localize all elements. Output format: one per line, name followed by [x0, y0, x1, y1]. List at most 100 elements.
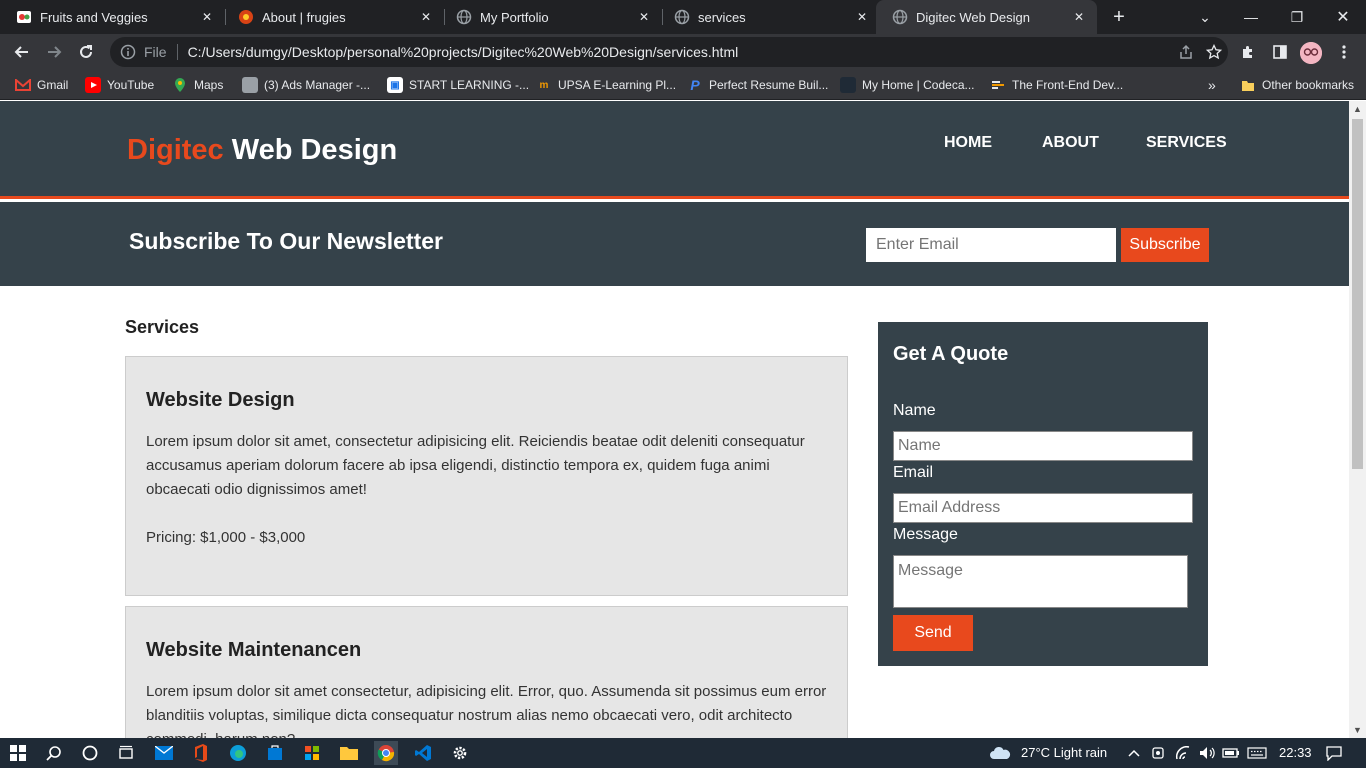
site-logo[interactable]: Digitec Web Design [127, 134, 397, 167]
subscribe-button[interactable]: Subscribe [1121, 228, 1209, 262]
bookmark-label: The Front-End Dev... [1012, 78, 1124, 92]
ms-store-grid-icon[interactable] [300, 741, 324, 765]
bookmark-youtube[interactable]: YouTube [85, 75, 154, 95]
tab-title: About | frugies [262, 9, 346, 25]
services-heading: Services [125, 317, 200, 337]
vscode-icon[interactable] [411, 741, 435, 765]
reload-button[interactable] [72, 38, 100, 66]
bookmark-label: (3) Ads Manager -... [264, 78, 371, 92]
globe-icon [456, 9, 472, 25]
name-input[interactable] [893, 431, 1193, 461]
service-description: Lorem ipsum dolor sit amet, consectetur … [146, 433, 805, 498]
keyboard-icon[interactable] [1245, 741, 1269, 765]
service-card: Website Maintenancen Lorem ipsum dolor s… [125, 606, 848, 738]
chrome-browser-icon[interactable] [374, 741, 398, 765]
close-icon[interactable]: ✕ [418, 9, 434, 25]
scroll-up-arrow-icon[interactable]: ▲ [1349, 101, 1366, 117]
url-text[interactable]: C:/Users/dumgy/Desktop/personal%20projec… [188, 44, 1172, 60]
message-label: Message [893, 526, 958, 543]
search-icon[interactable] [42, 741, 66, 765]
office-app-icon[interactable] [189, 741, 213, 765]
battery-icon[interactable] [1219, 741, 1243, 765]
newsletter-email-input[interactable] [866, 228, 1116, 262]
extensions-puzzle-icon[interactable] [1234, 38, 1262, 66]
tab-search-chevron-icon[interactable]: ⌄ [1182, 0, 1228, 34]
close-icon[interactable]: ✕ [199, 9, 215, 25]
store-app-icon[interactable] [263, 741, 287, 765]
tab-digitec-web-design[interactable]: Digitec Web Design ✕ [876, 0, 1097, 34]
quote-form: Get A Quote Name Email Message Send [878, 322, 1208, 666]
cortana-icon[interactable] [78, 741, 102, 765]
bookmarks-bar: Gmail YouTube Maps (3) Ads Manager -... … [0, 70, 1366, 100]
bookmark-label: START LEARNING -... [409, 78, 530, 92]
bookmark-codecademy[interactable]: My Home | Codeca... [840, 75, 975, 95]
settings-gear-icon[interactable] [448, 741, 472, 765]
tab-my-portfolio[interactable]: My Portfolio ✕ [440, 0, 662, 34]
other-bookmarks-folder[interactable]: Other bookmarks [1240, 75, 1354, 95]
bookmark-star-icon[interactable] [1200, 38, 1228, 66]
nav-services-link[interactable]: SERVICES [1146, 134, 1227, 152]
windows-taskbar: 27°C Light rain 22:33 [0, 738, 1366, 768]
bookmark-label: Other bookmarks [1262, 78, 1355, 92]
bookmark-frontend-dev[interactable]: The Front-End Dev... [990, 75, 1123, 95]
nav-home-link[interactable]: HOME [944, 134, 992, 152]
send-button[interactable]: Send [893, 615, 973, 651]
tab-about-frugies[interactable]: About | frugies ✕ [222, 0, 444, 34]
mail-app-icon[interactable] [152, 741, 176, 765]
meet-now-icon[interactable] [1146, 741, 1170, 765]
service-title: Website Maintenancen [146, 639, 362, 661]
tab-services[interactable]: services ✕ [658, 0, 880, 34]
bookmark-maps[interactable]: Maps [172, 75, 223, 95]
logo-text: Web Design [223, 134, 398, 166]
address-bar[interactable]: File C:/Users/dumgy/Desktop/personal%20p… [110, 37, 1228, 67]
side-panel-icon[interactable] [1266, 38, 1294, 66]
windows-start-icon[interactable] [6, 741, 30, 765]
wifi-icon[interactable] [1171, 741, 1195, 765]
tray-chevron-up-icon[interactable] [1122, 741, 1146, 765]
bookmark-label: UPSA E-Learning Pl... [558, 78, 677, 92]
weather-text[interactable]: 27°C Light rain [1021, 745, 1107, 760]
browser-toolbar: File C:/Users/dumgy/Desktop/personal%20p… [0, 34, 1366, 70]
tab-title: services [698, 9, 746, 25]
bookmark-ads-manager[interactable]: (3) Ads Manager -... [242, 75, 370, 95]
scroll-thumb[interactable] [1352, 119, 1363, 469]
quote-title: Get A Quote [893, 343, 1009, 365]
close-icon[interactable]: ✕ [1071, 9, 1087, 25]
nav-about-link[interactable]: ABOUT [1042, 134, 1099, 152]
volume-icon[interactable] [1195, 741, 1219, 765]
back-button[interactable] [8, 38, 36, 66]
info-icon[interactable] [120, 44, 136, 60]
close-icon[interactable]: ✕ [636, 9, 652, 25]
bookmarks-overflow-button[interactable]: » [1208, 75, 1216, 95]
close-window-button[interactable]: ✕ [1320, 0, 1366, 34]
frugies-favicon-icon [238, 9, 254, 25]
bookmark-start-learning[interactable]: ▣ START LEARNING -... [387, 75, 529, 95]
minimize-button[interactable]: — [1228, 0, 1274, 34]
gmail-icon [15, 77, 31, 93]
message-textarea[interactable] [893, 555, 1188, 608]
page-scrollbar[interactable]: ▲ ▼ [1349, 101, 1366, 738]
notification-center-icon[interactable] [1322, 741, 1346, 765]
file-explorer-icon[interactable] [337, 741, 361, 765]
weather-cloud-icon [988, 741, 1012, 765]
profile-avatar[interactable] [1300, 42, 1322, 64]
kebab-menu-icon[interactable] [1330, 38, 1358, 66]
edge-browser-icon[interactable] [226, 741, 250, 765]
tab-fruits-and-veggies[interactable]: Fruits and Veggies ✕ [0, 0, 225, 34]
browser-tab-strip: Fruits and Veggies ✕ About | frugies ✕ M… [0, 0, 1366, 34]
bookmark-upsa[interactable]: m UPSA E-Learning Pl... [536, 75, 677, 95]
forward-button[interactable] [40, 38, 68, 66]
new-tab-button[interactable]: + [1107, 5, 1131, 29]
share-icon[interactable] [1172, 38, 1200, 66]
email-input[interactable] [893, 493, 1193, 523]
close-icon[interactable]: ✕ [854, 9, 870, 25]
globe-icon [674, 9, 690, 25]
bookmark-gmail[interactable]: Gmail [15, 75, 68, 95]
bookmark-perfect-resume[interactable]: P Perfect Resume Buil... [687, 75, 828, 95]
clock-time[interactable]: 22:33 [1279, 745, 1312, 760]
scroll-down-arrow-icon[interactable]: ▼ [1349, 722, 1366, 738]
folder-icon [1240, 77, 1256, 93]
restore-button[interactable]: ❐ [1274, 0, 1320, 34]
task-view-icon[interactable] [114, 741, 138, 765]
service-description: Lorem ipsum dolor sit amet consectetur, … [146, 683, 827, 738]
